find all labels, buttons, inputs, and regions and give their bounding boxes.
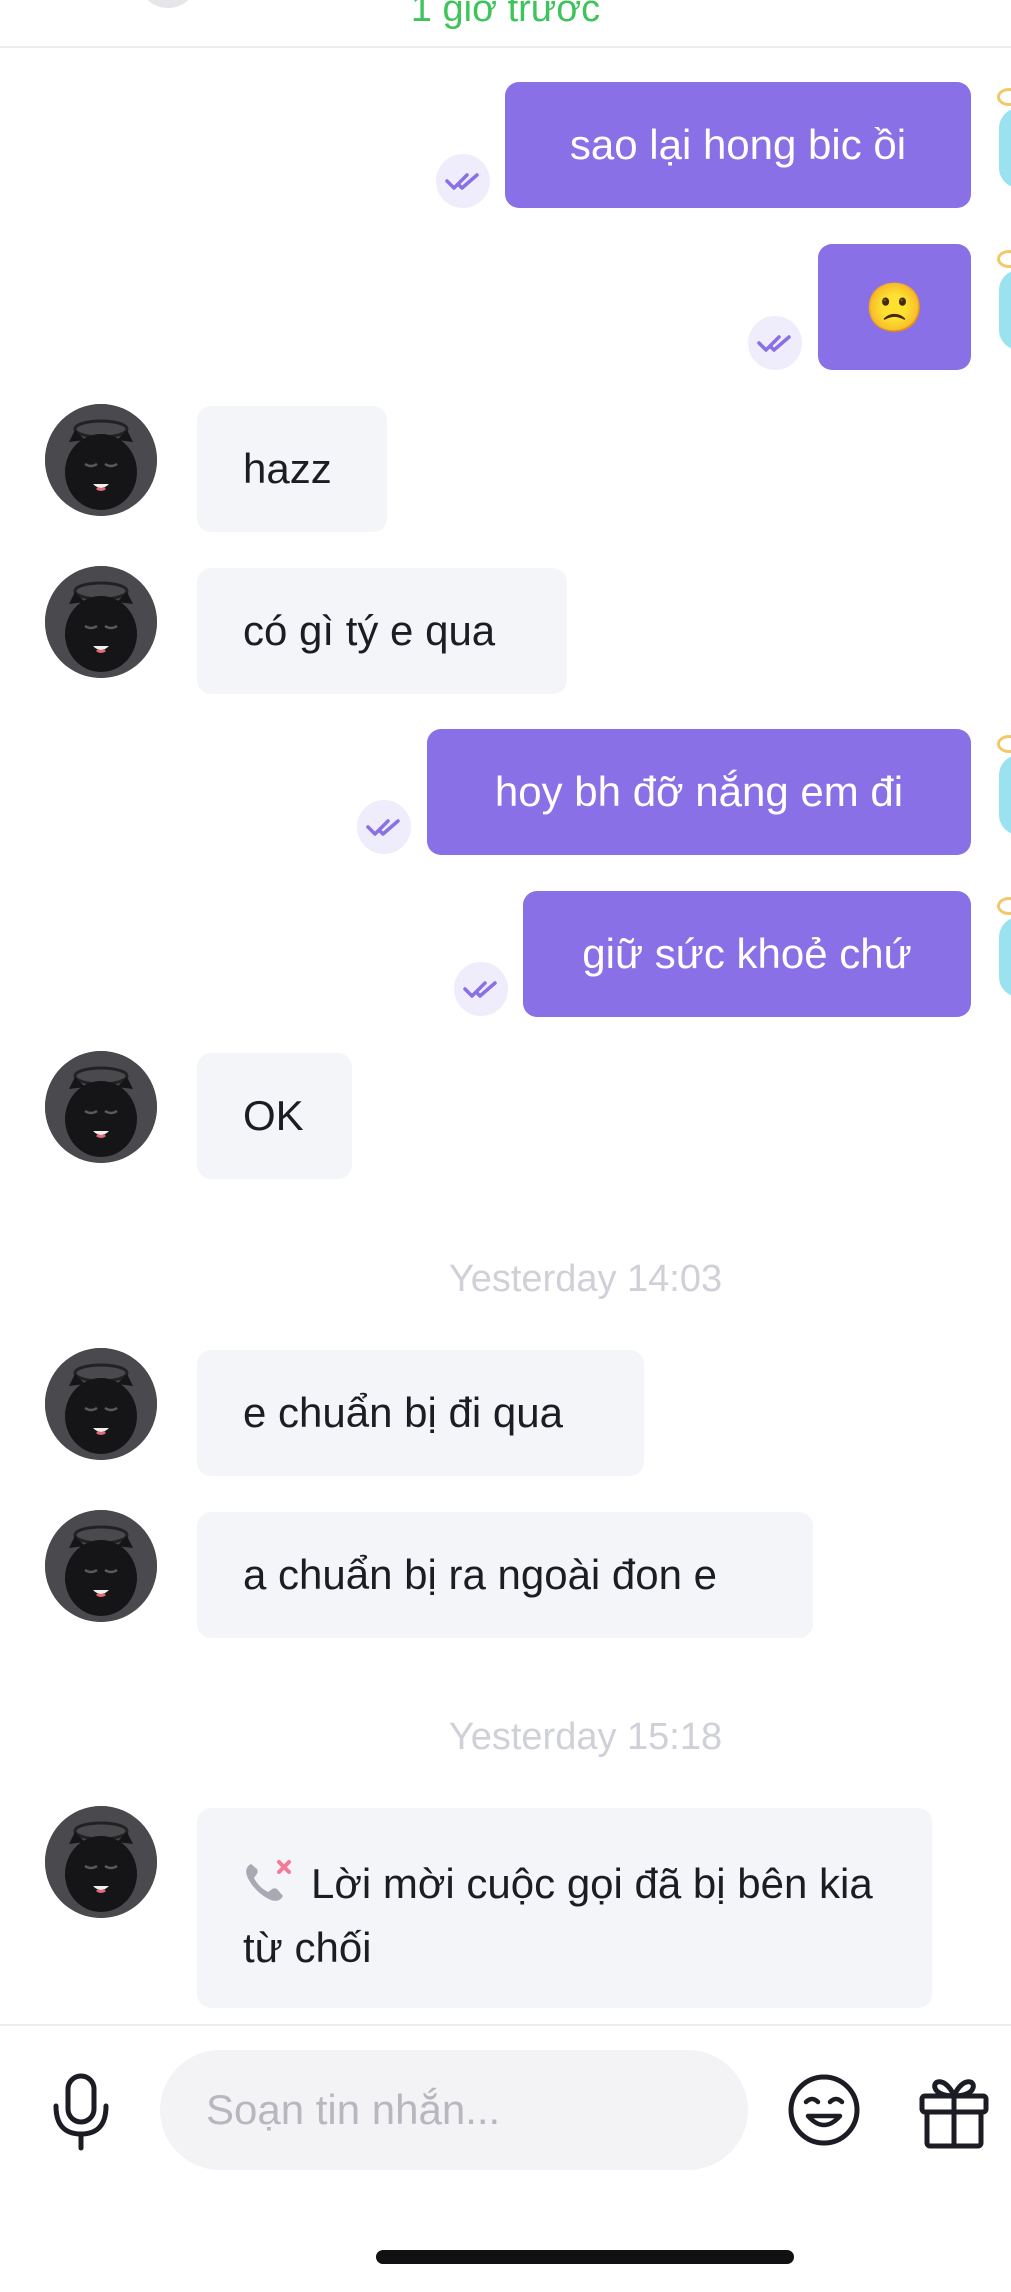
timestamp-divider: Yesterday 14:03 [448, 1258, 723, 1300]
incoming-message[interactable]: e chuẩn bị đi qua [197, 1350, 644, 1476]
chat-header: 1 giờ trước [0, 0, 1011, 48]
read-receipt-icon [357, 800, 411, 854]
read-receipt-icon [748, 316, 802, 370]
contact-avatar[interactable] [45, 404, 157, 516]
outgoing-message[interactable]: giữ sức khoẻ chứ [523, 891, 971, 1017]
message-text: a chuẩn bị ra ngoài đon e [243, 1551, 718, 1598]
message-text: OK [243, 1092, 304, 1139]
message-text: 🙁 [864, 281, 925, 335]
declined-call-message[interactable]: Lời mời cuộc gọi đã bị bên kia từ chối [197, 1808, 932, 2008]
message-text: có gì tý e qua [243, 607, 496, 654]
online-status: 1 giờ trước [410, 0, 601, 30]
sender-sticker-avatar [995, 735, 1011, 835]
home-indicator[interactable] [376, 2250, 794, 2264]
emoji-icon[interactable] [786, 2072, 862, 2148]
outgoing-message[interactable]: hoy bh đỡ nắng em đi [427, 729, 971, 855]
message-text: sao lại hong bic ồi [569, 121, 907, 168]
contact-avatar[interactable] [45, 566, 157, 678]
declined-call-icon [243, 1858, 295, 1904]
message-text: giữ sức khoẻ chứ [582, 930, 912, 977]
message-text: hazz [243, 445, 332, 492]
incoming-message[interactable]: có gì tý e qua [197, 568, 567, 694]
incoming-message[interactable]: hazz [197, 406, 387, 532]
timestamp-divider: Yesterday 15:18 [448, 1716, 723, 1758]
microphone-icon[interactable] [46, 2072, 116, 2152]
read-receipt-icon [454, 962, 508, 1016]
contact-avatar[interactable] [45, 1051, 157, 1163]
message-text: hoy bh đỡ nắng em đi [494, 768, 904, 815]
sender-sticker-avatar [995, 897, 1011, 997]
sender-sticker-avatar [995, 250, 1011, 350]
sender-sticker-avatar [995, 88, 1011, 188]
incoming-message[interactable]: a chuẩn bị ra ngoài đon e [197, 1512, 813, 1638]
incoming-message[interactable]: OK [197, 1053, 352, 1179]
message-text: e chuẩn bị đi qua [243, 1389, 563, 1436]
read-receipt-icon [436, 154, 490, 208]
gift-icon[interactable] [916, 2070, 992, 2150]
chat-screen: 1 giờ trước sao lại hong bic ồi 🙁 hazz c… [0, 0, 1011, 2292]
message-input[interactable] [160, 2050, 748, 2170]
contact-avatar[interactable] [45, 1348, 157, 1460]
call-message-text: Lời mời cuộc gọi đã bị bên kia từ chối [243, 1860, 873, 1971]
contact-avatar[interactable] [45, 1510, 157, 1622]
outgoing-message[interactable]: 🙁 [818, 244, 971, 370]
contact-avatar[interactable] [45, 1806, 157, 1918]
outgoing-message[interactable]: sao lại hong bic ồi [505, 82, 971, 208]
